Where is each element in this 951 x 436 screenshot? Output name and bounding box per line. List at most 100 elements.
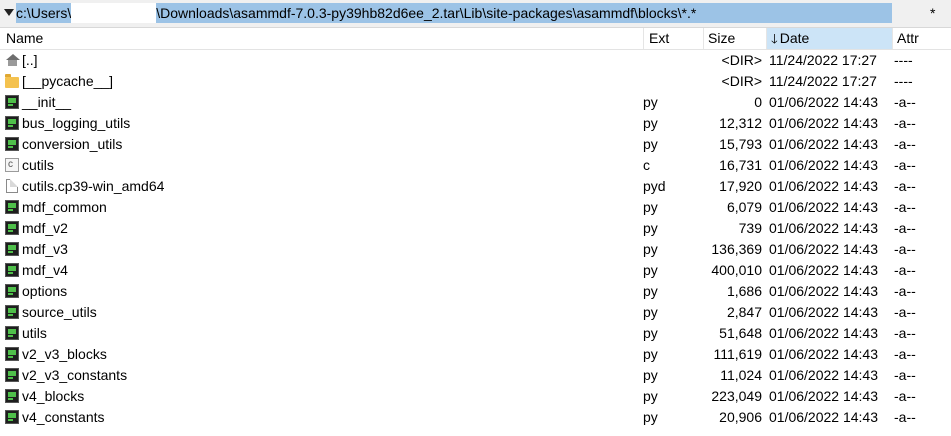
file-name: [..] [22,52,38,68]
folder-icon [5,74,19,88]
file-date: 01/06/2022 14:43 [769,388,878,404]
file-date: 01/06/2022 14:43 [769,283,878,299]
filter-button[interactable]: * [896,3,951,23]
row-icon-cell [5,176,19,197]
file-attr: -a-- [894,325,916,341]
column-header: Name Ext Size 🡓 Date Attr [0,28,951,50]
file-size: 1,686 [726,283,762,299]
redacted-username [71,3,157,23]
file-date: 01/06/2022 14:43 [769,220,878,236]
file-ext: pyd [643,178,666,194]
column-header-size[interactable]: Size [703,28,766,49]
file-date: 01/06/2022 14:43 [769,94,878,110]
file-size: 15,793 [719,136,762,152]
file-name: bus_logging_utils [22,115,131,131]
row-icon-cell [5,407,19,428]
file-name: cutils [22,157,54,173]
file-name: v4_constants [22,409,105,425]
path-history-dropdown-icon[interactable] [4,9,14,16]
file-name: v2_v3_constants [22,367,128,383]
file-row[interactable]: bus_logging_utils py 12,312 01/06/2022 14:4… [0,113,951,134]
file-row[interactable]: v2_v3_constants py 11,024 01/06/2022 14:43-… [0,365,951,386]
file-size: 20,906 [719,409,762,425]
file-size: 12,312 [719,115,762,131]
file-ext: c [643,157,650,173]
file-row[interactable]: [..] <DIR> 11/24/2022 17:27 ---- [0,50,951,71]
file-attr: -a-- [894,157,916,173]
python-file-icon [5,347,19,361]
file-attr: -a-- [894,346,916,362]
python-file-icon [5,242,19,256]
file-row[interactable]: v2_v3_blocks py 111,619 01/06/2022 14:43 -a-… [0,344,951,365]
column-header-ext[interactable]: Ext [643,28,703,49]
file-size: 400,010 [711,262,762,278]
file-row[interactable]: mdf_v4 py 400,010 01/06/2022 14:43 -a-- [0,260,951,281]
column-header-name[interactable]: Name [0,28,643,49]
file-attr: -a-- [894,199,916,215]
file-row[interactable]: utils py 51,648 01/06/2022 14:43 -a-- [0,323,951,344]
path-bar: c:\Users\ \Downloads\asammdf-7.0.3-py39hb… [0,0,951,28]
file-date: 01/06/2022 14:43 [769,325,878,341]
path-suffix: \Downloads\asammdf-7.0.3-py39hb82d6ee_2.… [156,5,697,21]
row-icon-cell [5,218,19,239]
file-date: 01/06/2022 14:43 [769,178,878,194]
row-icon-cell [5,71,19,92]
file-row[interactable]: __init__ py 0 01/06/2022 14:43 -a-- [0,92,951,113]
row-icon-cell [5,154,19,176]
file-date: 01/06/2022 14:43 [769,262,878,278]
file-row[interactable]: [__pycache__] <DIR> 11/24/2022 17:27 ---- [0,71,951,92]
row-icon-cell [5,134,19,155]
path-field[interactable]: c:\Users\ \Downloads\asammdf-7.0.3-py39hb… [16,3,892,23]
row-icon-cell [5,281,19,302]
file-row[interactable]: mdf_common py 6,079 01/06/2022 14:43 -a-- [0,197,951,218]
file-name: mdf_common [22,199,107,215]
file-attr: -a-- [894,262,916,278]
file-name: v4_blocks [22,388,85,404]
file-size: 136,369 [711,241,762,257]
python-file-icon [5,368,19,382]
row-icon-cell [5,113,19,134]
file-row[interactable]: conversion_utils py 15,793 01/06/2022 14:43… [0,134,951,155]
file-ext: py [643,262,658,278]
file-ext: py [643,304,658,320]
file-row[interactable]: cutils.cp39-win_amd64 pyd 17,920 01/06/2022… [0,176,951,197]
file-ext: py [643,367,658,383]
file-name: [__pycache__] [22,73,114,89]
row-icon-cell [5,92,19,113]
column-header-attr[interactable]: Attr [892,28,951,49]
file-ext: py [643,388,658,404]
file-attr: -a-- [894,94,916,110]
file-date: 01/06/2022 14:43 [769,367,878,383]
python-file-icon [5,137,19,151]
file-row[interactable]: mdf_v2 py 739 01/06/2022 14:43 -a-- [0,218,951,239]
file-attr: -a-- [894,409,916,425]
file-date: 01/06/2022 14:43 [769,409,878,425]
file-row[interactable]: options py 1,686 01/06/2022 14:43 -a-- [0,281,951,302]
file-name: source_utils [22,304,97,320]
file-ext: py [643,346,658,362]
file-row[interactable]: v4_blocks py 223,049 01/06/2022 14:43 -a-- [0,386,951,407]
file-ext: py [643,241,658,257]
file-row[interactable]: source_utils py 2,847 01/06/2022 14:43 -a-- [0,302,951,323]
parent-directory-icon [6,54,20,66]
file-ext: py [643,325,658,341]
file-size: 739 [738,220,762,236]
file-ext: py [643,220,658,236]
python-file-icon [5,284,19,298]
row-icon-cell [5,323,19,344]
file-row[interactable]: v4_constants py 20,906 01/06/2022 14:43 -a-- [0,407,951,428]
row-icon-cell [5,386,19,407]
column-header-date-label: Date [779,30,810,46]
file-attr: -a-- [894,178,916,194]
file-ext: py [643,94,658,110]
row-icon-cell [5,260,19,281]
file-size: 111,619 [713,346,762,362]
file-ext: py [643,136,658,152]
column-header-date[interactable]: 🡓 Date [766,28,892,49]
file-name: utils [22,325,47,341]
file-row[interactable]: mdf_v3 py 136,369 01/06/2022 14:43 -a-- [0,239,951,260]
file-row[interactable]: cutils c 16,731 01/06/2022 14:43 -a-- [0,154,951,176]
file-list: [..] <DIR> 11/24/2022 17:27 ---- [__pycache_… [0,50,951,428]
file-size: 6,079 [726,199,762,215]
file-size: <DIR> [721,52,762,68]
